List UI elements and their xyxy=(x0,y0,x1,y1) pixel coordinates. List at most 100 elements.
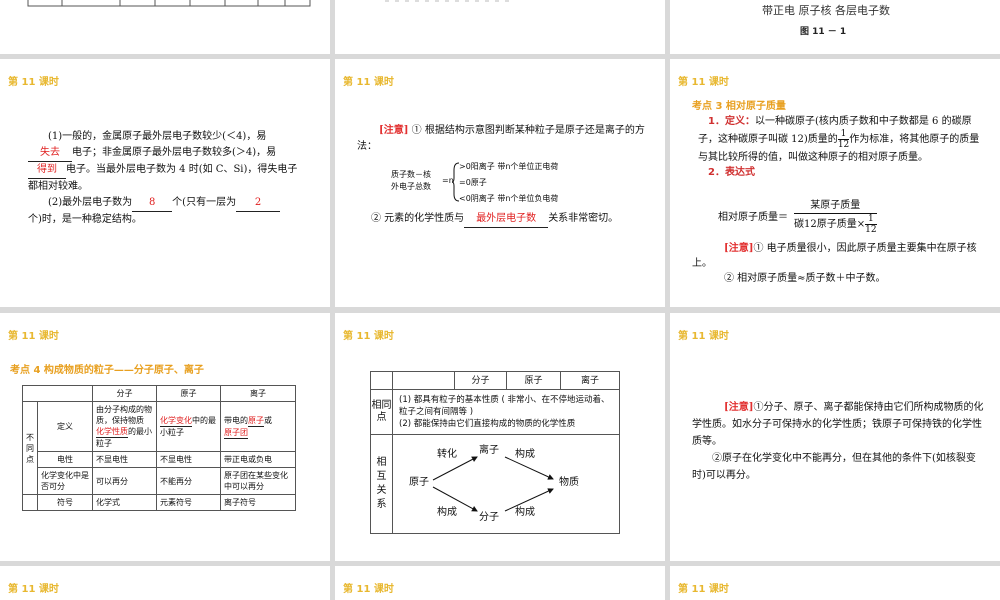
node-atom: 原子 xyxy=(409,477,429,488)
diagram-atom: =0原子 xyxy=(459,178,487,187)
figure-caption: 图 11 － 1 xyxy=(800,27,847,37)
diagram-left-1: 质子数－核 xyxy=(391,170,431,179)
lesson-label: 第 11 课时 xyxy=(8,584,59,595)
lesson-label: 第 11 课时 xyxy=(678,77,729,88)
fraction-1-12-b: 1 12 xyxy=(865,214,877,235)
particles-table: 分子 原子 离子 不同点 定义 由分子构成的物质，保持物质化学性质的最小粒子 化… xyxy=(22,385,296,511)
blank-atom: 原子 xyxy=(248,415,264,427)
cropped-text-fragment xyxy=(385,0,515,2)
slide-top-left xyxy=(0,0,330,54)
slide-top-middle xyxy=(335,0,665,54)
atom-structure-labels: 带正电 原子核 各层电子数 xyxy=(762,4,890,17)
denominator-text: 碳12原子质量× xyxy=(794,219,866,230)
side-blank xyxy=(22,494,38,511)
expression-numerator: 某原子质量 xyxy=(794,199,877,214)
row-name: 符号 xyxy=(37,494,93,511)
lesson-label: 第 11 课时 xyxy=(678,331,729,342)
expression-lhs: 相对原子质量＝ xyxy=(718,212,788,223)
blank-chem-change: 化学变化 xyxy=(160,416,192,427)
cell-atom: 元素符号 xyxy=(156,494,221,511)
para2-a: (2)最外层电子数为 xyxy=(48,197,133,208)
particle-notes: [注意]①分子、原子、离子都能保持由它们所构成物质的化学性质。如水分子可保持水的… xyxy=(692,399,988,484)
blank-two: 2 xyxy=(236,195,281,212)
fraction-1-12: 1 12 xyxy=(837,129,850,150)
heading-3: 考点 3 相对原子质量 xyxy=(692,101,786,112)
para2-b: 个(只有一层为 xyxy=(172,197,237,208)
relation-row: 相互关系 原子 离子 分子 物质 转化 构成 构成 构成 xyxy=(370,434,620,534)
node-ion: 离子 xyxy=(479,445,499,456)
table-row: 电性 不显电性 不显电性 带正电或负电 xyxy=(23,451,296,468)
ion-def-a: 带电的 xyxy=(224,415,248,425)
blank-eight: 8 xyxy=(132,195,173,212)
diagram-left: 质子数－核 外电子总数 xyxy=(391,169,431,193)
row-name: 化学变化中是否可分 xyxy=(37,467,93,495)
relation-table: 分子 原子 离子 相同点 (1) 都具有粒子的基本性质 ( 非常小、在不停地运动… xyxy=(370,371,620,534)
row-name: 电性 xyxy=(37,451,93,468)
frac-num-b: 1 xyxy=(865,214,877,225)
cell-atom: 不显电性 xyxy=(156,451,221,468)
note-2: ② 相对原子质量≈质子数＋中子数。 xyxy=(724,273,886,284)
heading-4: 考点 4 构成物质的粒子——分子原子、离子 xyxy=(10,365,204,376)
lesson-label: 第 11 课时 xyxy=(343,77,394,88)
note-judgment: [注意] ① 根据结构示意图判断某种粒子是原子还是离子的方法： xyxy=(357,123,647,155)
element-property-line: ② 元素的化学性质与 最外层电子数 关系非常密切。 xyxy=(371,211,651,228)
table-header-row: 分子 原子 离子 xyxy=(22,385,296,402)
mol-def-a: 由分子构成的物质，保持物质 xyxy=(96,405,152,425)
slide-outer-electrons: 第 11 课时 (1)一般的，金属原子最外层电子数较少(＜4)，易 失去 电子；非… xyxy=(0,59,330,307)
cell-molecule: 不显电性 xyxy=(92,451,157,468)
relation-header-row: 分子 原子 离子 xyxy=(370,371,620,390)
node-molecule: 分子 xyxy=(479,512,499,523)
cell-ion: 离子符号 xyxy=(220,494,296,511)
note-tag: [注意] xyxy=(724,402,754,413)
cell-ion-def: 带电的原子或原子团 xyxy=(220,401,296,452)
slide-bottom-left: 第 11 课时 xyxy=(0,566,330,600)
blank-chem-property: 化学性质 xyxy=(96,427,128,438)
lesson-label: 第 11 课时 xyxy=(678,584,729,595)
lesson-label: 第 11 课时 xyxy=(8,77,59,88)
header-blank-2 xyxy=(392,371,455,390)
blank-lose: 失去 xyxy=(28,145,72,162)
table-row: 化学变化中是否可分 可以再分 不能再分 原子团在某些变化中可以再分 xyxy=(23,467,296,495)
blank-outer-electrons: 最外层电子数 xyxy=(464,211,549,228)
header-molecule: 分子 xyxy=(92,385,157,402)
diagram-cation: >0阳离子 带n个单位正电荷 xyxy=(459,162,559,171)
cell-molecule: 可以再分 xyxy=(92,467,157,495)
cell-molecule-def: 由分子构成的物质，保持物质化学性质的最小粒子 xyxy=(92,401,157,452)
blank-atom-group: 原子团 xyxy=(224,427,248,439)
lesson-label: 第 11 课时 xyxy=(343,331,394,342)
header-ion: 离子 xyxy=(220,385,296,402)
relation-diagram-cell: 原子 离子 分子 物质 转化 构成 构成 构成 xyxy=(392,434,620,534)
frac-den-b: 12 xyxy=(865,225,877,235)
para2-c: 个)时，是一种稳定结构。 xyxy=(28,214,142,225)
same-label: 相同点 xyxy=(370,389,393,435)
note-p2: ②原子在化学变化中不能再分，但在其他的条件下(如核裂变时)可以再分。 xyxy=(692,453,976,481)
cell-ion: 原子团在某些变化中可以再分 xyxy=(220,467,296,495)
edge-compose-2: 构成 xyxy=(515,449,535,460)
relation-label: 相互关系 xyxy=(370,434,393,534)
edge-compose-3: 构成 xyxy=(515,507,535,518)
cell-atom-def: 化学变化中的最小粒子 xyxy=(156,401,221,452)
blank-gain: 得到 xyxy=(28,162,66,179)
frac-den: 12 xyxy=(837,140,850,150)
slide-particles-relation: 第 11 课时 分子 原子 离子 相同点 (1) 都具有粒子的基本性质 ( 非常… xyxy=(335,313,665,561)
outer-electron-text: (1)一般的，金属原子最外层电子数较少(＜4)，易 失去 电子；非金属原子最外层电… xyxy=(28,129,300,228)
row-name: 定义 xyxy=(37,401,93,452)
table-row: 不同点 定义 由分子构成的物质，保持物质化学性质的最小粒子 化学变化中的最小粒子… xyxy=(22,401,296,495)
ion-def-or: 或 xyxy=(264,415,272,425)
expression-denominator: 碳12原子质量× 1 12 xyxy=(794,214,877,235)
cell-ion: 带正电或负电 xyxy=(220,451,296,468)
slide-top-right: 带正电 原子核 各层电子数 图 11 － 1 xyxy=(670,0,1000,54)
para1-a: (1)一般的，金属原子最外层电子数较少(＜4)，易 xyxy=(48,131,267,142)
header-blank xyxy=(22,385,93,402)
lesson-label: 第 11 课时 xyxy=(8,331,59,342)
edge-compose-1: 构成 xyxy=(437,507,457,518)
para1-c: 电子。当最外层电子数为 4 时(如 C、Si)，得失电子都相对较难。 xyxy=(28,164,298,192)
slide-bottom-right: 第 11 课时 xyxy=(670,566,1000,600)
side-label: 不同点 xyxy=(22,401,38,495)
same-cell: (1) 都具有粒子的基本性质 ( 非常小、在不停地运动着、粒子之间有间隔等 ) … xyxy=(392,389,620,435)
header-ion: 离子 xyxy=(560,371,620,390)
header-molecule: 分子 xyxy=(454,371,507,390)
lesson-label: 第 11 课时 xyxy=(343,584,394,595)
edge-transform: 转化 xyxy=(437,449,457,460)
header-atom: 原子 xyxy=(156,385,221,402)
